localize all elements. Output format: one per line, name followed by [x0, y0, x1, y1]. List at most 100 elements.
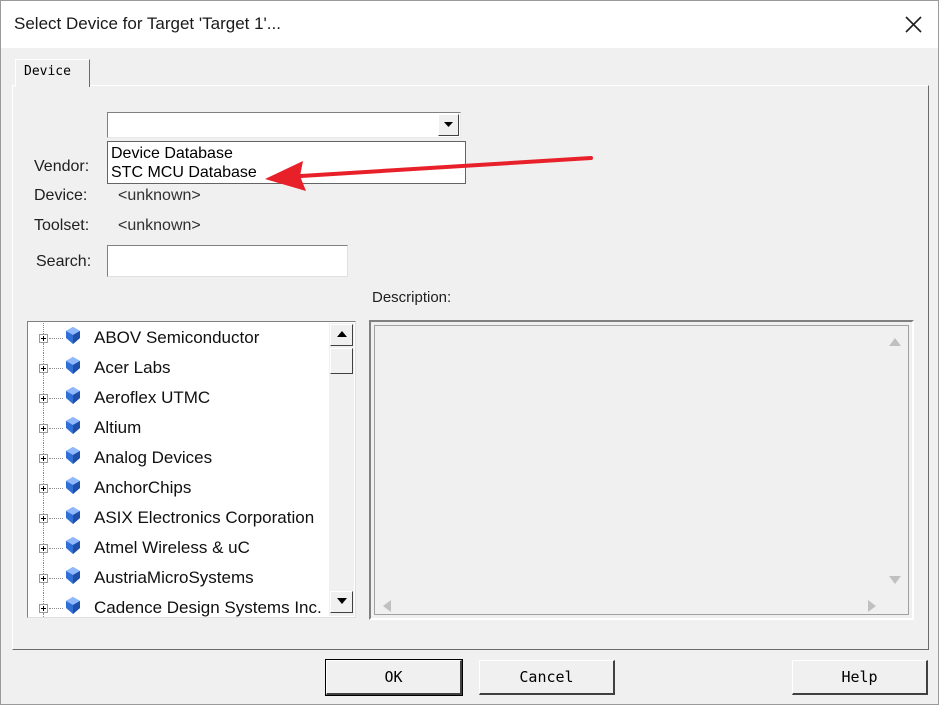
arrow-right-icon [868, 600, 876, 612]
tree-connector [43, 583, 44, 593]
tree-connector [43, 413, 44, 424]
database-select-dropdown-button[interactable] [438, 114, 459, 136]
expand-icon[interactable] [39, 544, 48, 553]
tree-item[interactable]: Altium [28, 413, 328, 443]
scroll-down-button[interactable] [330, 591, 353, 613]
help-button[interactable]: Help [792, 660, 928, 695]
tree-connector [43, 473, 44, 484]
tree-item-label: AnchorChips [94, 478, 192, 497]
tree-item-label: ABOV Semiconductor [94, 328, 260, 347]
vendor-label: Vendor: [34, 158, 90, 175]
device-gem-icon [66, 537, 80, 554]
tree-item-label: Cadence Design Systems Inc. [94, 598, 322, 617]
dropdown-option-device-database[interactable]: Device Database [111, 145, 233, 163]
device-gem-icon [66, 477, 80, 494]
tree-item[interactable]: AustriaMicroSystems [28, 563, 328, 593]
tree-item-label: Analog Devices [94, 448, 213, 467]
select-device-dialog: Select Device for Target 'Target 1'... D… [0, 0, 939, 705]
scroll-thumb[interactable] [330, 348, 353, 374]
tree-connector [43, 613, 44, 617]
tree-item[interactable]: Acer Labs [28, 353, 328, 383]
vendor-tree[interactable]: ABOV Semiconductor Acer Labs Aeroflex UTMC… [27, 321, 356, 618]
arrow-up-icon [337, 331, 347, 337]
arrow-down-icon [337, 598, 347, 604]
expand-icon[interactable] [39, 364, 48, 373]
device-gem-icon [66, 447, 80, 464]
device-gem-icon [66, 387, 80, 404]
ok-button[interactable]: OK [325, 659, 463, 696]
description-label: Description: [372, 289, 452, 306]
tree-connector [43, 353, 44, 364]
expand-icon[interactable] [39, 514, 48, 523]
tree-connector [49, 398, 63, 399]
arrow-down-icon [889, 576, 901, 584]
vendor-tree-scrollbar[interactable] [329, 323, 354, 616]
tree-item-label: Acer Labs [94, 358, 171, 377]
tree-item[interactable]: AnchorChips [28, 473, 328, 503]
arrow-left-icon [383, 600, 391, 612]
device-label: Device: [34, 187, 88, 204]
device-gem-icon [66, 357, 80, 374]
tree-connector [43, 493, 44, 503]
description-box [369, 320, 914, 620]
tree-connector [49, 488, 63, 489]
tree-connector [43, 383, 44, 394]
cancel-button[interactable]: Cancel [479, 660, 615, 695]
tree-connector [43, 443, 44, 454]
tree-connector [49, 368, 63, 369]
window-title: Select Device for Target 'Target 1'... [14, 14, 281, 33]
tree-item-label: Atmel Wireless & uC [94, 538, 250, 557]
tree-connector [43, 463, 44, 473]
expand-icon[interactable] [39, 394, 48, 403]
tab-device-label: Device [24, 64, 71, 79]
tree-connector [43, 593, 44, 604]
tree-connector [43, 373, 44, 383]
tab-device[interactable]: Device [15, 59, 90, 87]
tree-item-label: AustriaMicroSystems [94, 568, 254, 587]
toolset-label: Toolset: [34, 217, 90, 234]
expand-icon[interactable] [39, 454, 48, 463]
tree-item[interactable]: Aeroflex UTMC [28, 383, 328, 413]
tree-connector [49, 548, 63, 549]
tree-connector [43, 503, 44, 514]
tree-connector [49, 458, 63, 459]
tree-connector [43, 533, 44, 544]
search-input[interactable] [107, 245, 348, 277]
expand-icon[interactable] [39, 484, 48, 493]
tree-connector [49, 608, 63, 609]
tree-item[interactable]: ABOV Semiconductor [28, 323, 328, 353]
expand-icon[interactable] [39, 604, 48, 613]
dropdown-option-stc-mcu-database[interactable]: STC MCU Database [111, 164, 257, 182]
expand-icon[interactable] [39, 574, 48, 583]
tree-connector [49, 338, 63, 339]
tree-connector [43, 563, 44, 574]
tree-connector [43, 523, 44, 533]
arrow-up-icon [889, 338, 901, 346]
tree-connector [43, 323, 44, 334]
tree-item-label: Aeroflex UTMC [94, 388, 211, 407]
tree-item[interactable]: Cadence Design Systems Inc. [28, 593, 328, 617]
expand-icon[interactable] [39, 424, 48, 433]
tree-item-label: Altium [94, 418, 142, 437]
toolset-value: <unknown> [118, 217, 201, 234]
device-gem-icon [66, 597, 80, 614]
tree-item-label: ASIX Electronics Corporation [94, 508, 315, 527]
expand-icon[interactable] [39, 334, 48, 343]
tree-connector [49, 518, 63, 519]
tree-item[interactable]: Analog Devices [28, 443, 328, 473]
tree-connector [43, 433, 44, 443]
database-dropdown-list: Device Database STC MCU Database [107, 141, 466, 184]
tree-item[interactable]: ASIX Electronics Corporation [28, 503, 328, 533]
tree-connector [43, 343, 44, 353]
search-label: Search: [36, 253, 92, 270]
tree-item[interactable]: Atmel Wireless & uC [28, 533, 328, 563]
device-gem-icon [66, 507, 80, 524]
device-gem-icon [66, 417, 80, 434]
close-icon[interactable] [894, 7, 934, 43]
scroll-up-button[interactable] [330, 324, 353, 346]
device-gem-icon [66, 567, 80, 584]
description-content [374, 325, 909, 615]
chevron-down-icon [444, 122, 453, 127]
database-select[interactable] [107, 112, 461, 138]
title-bar: Select Device for Target 'Target 1'... [1, 1, 938, 48]
